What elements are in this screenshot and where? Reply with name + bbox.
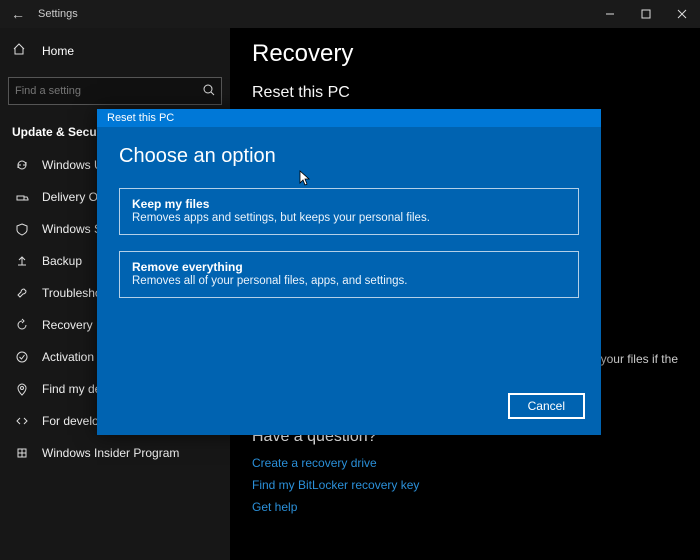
dialog-heading: Choose an option: [119, 145, 579, 168]
option-desc: Removes apps and settings, but keeps you…: [132, 212, 566, 224]
developers-icon: [12, 414, 32, 428]
close-button[interactable]: [664, 0, 700, 28]
window-titlebar: ← Settings: [0, 0, 700, 28]
search-icon: [203, 84, 215, 99]
search-input[interactable]: [15, 85, 203, 97]
backup-icon: [12, 254, 32, 268]
maximize-button[interactable]: [628, 0, 664, 28]
sidebar-item-label: Backup: [42, 254, 82, 268]
cancel-button[interactable]: Cancel: [508, 393, 585, 419]
option-desc: Removes all of your personal files, apps…: [132, 275, 566, 287]
option-title: Keep my files: [132, 197, 566, 211]
sidebar-search[interactable]: [8, 77, 222, 105]
option-title: Remove everything: [132, 260, 566, 274]
dialog-titlebar: Reset this PC: [97, 109, 601, 127]
sidebar-item-label: Windows Insider Program: [42, 446, 179, 460]
check-circle-icon: [12, 350, 32, 364]
shield-icon: [12, 222, 32, 236]
delivery-icon: [12, 190, 32, 204]
sidebar-item-label: Recovery: [42, 318, 93, 332]
section-reset-pc: Reset this PC: [252, 84, 678, 102]
sync-icon: [12, 158, 32, 172]
home-icon: [12, 42, 32, 59]
wrench-icon: [12, 286, 32, 300]
link-get-help[interactable]: Get help: [252, 500, 678, 514]
sidebar-item-windows-insider[interactable]: Windows Insider Program: [0, 437, 230, 469]
sidebar-home-label: Home: [42, 44, 74, 58]
partial-text: your files if the: [601, 352, 678, 366]
reset-pc-dialog: Reset this PC Choose an option Keep my f…: [97, 109, 601, 435]
minimize-button[interactable]: [592, 0, 628, 28]
location-icon: [12, 382, 32, 396]
option-remove-everything[interactable]: Remove everything Removes all of your pe…: [119, 251, 579, 298]
page-title: Recovery: [252, 40, 678, 68]
insider-icon: [12, 446, 32, 460]
recovery-icon: [12, 318, 32, 332]
window-title: Settings: [38, 8, 78, 20]
link-recovery-drive[interactable]: Create a recovery drive: [252, 456, 678, 470]
sidebar-home[interactable]: Home: [0, 34, 230, 67]
option-keep-my-files[interactable]: Keep my files Removes apps and settings,…: [119, 188, 579, 235]
sidebar-item-label: Activation: [42, 350, 94, 364]
back-button[interactable]: ←: [6, 6, 30, 22]
link-bitlocker[interactable]: Find my BitLocker recovery key: [252, 478, 678, 492]
